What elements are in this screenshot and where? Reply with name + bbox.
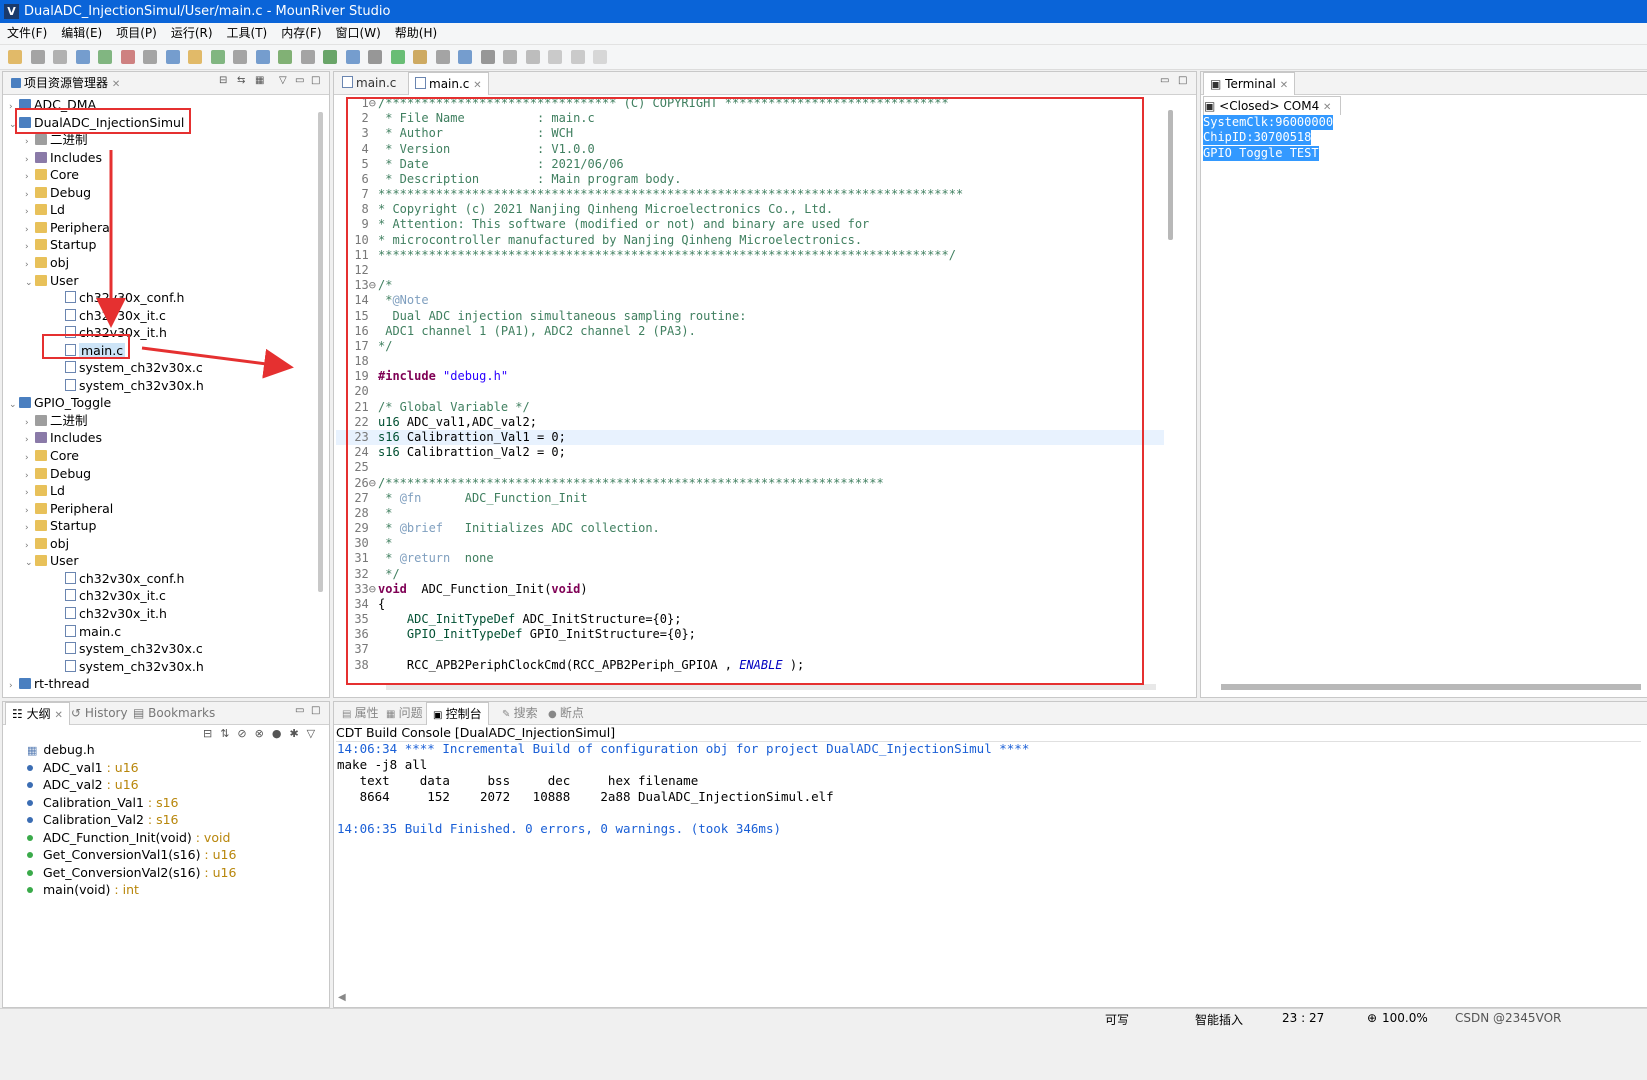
status-zoom: 100.0% <box>1382 1011 1428 1025</box>
watermark: CSDN @2345VOR <box>1455 1011 1562 1025</box>
status-bar: 可写 智能插入 23 : 27 ⊕ 100.0% CSDN @2345VOR <box>0 1008 1647 1029</box>
annotation-arrows <box>96 150 294 379</box>
status-writable: 可写 <box>1105 1013 1130 1027</box>
status-cursor-position: 23 : 27 <box>1282 1011 1325 1025</box>
arrow-right <box>141 346 294 379</box>
zoom-icon: ⊕ <box>1367 1011 1378 1025</box>
status-insert-mode: 智能插入 <box>1195 1013 1244 1027</box>
